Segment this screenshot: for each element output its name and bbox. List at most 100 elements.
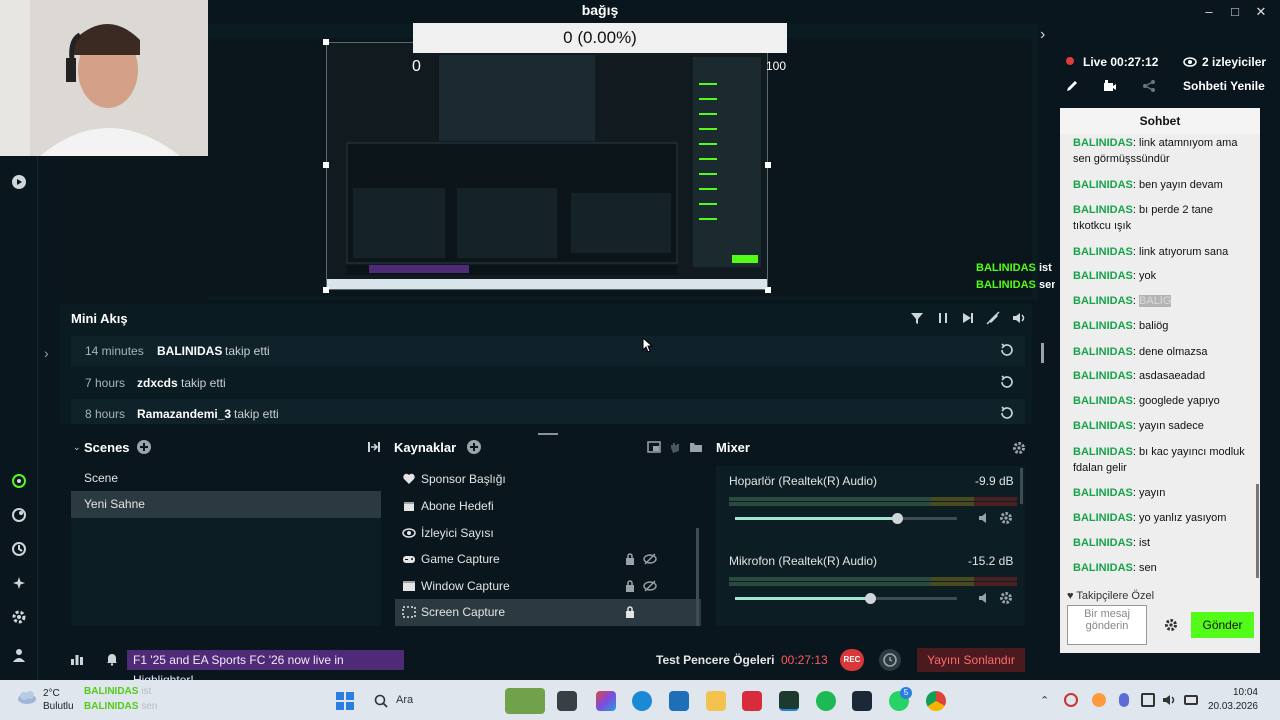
- replay-alert-icon[interactable]: [999, 374, 1015, 390]
- source-item[interactable]: Game Capture: [395, 546, 701, 573]
- filter-icon[interactable]: [910, 311, 924, 325]
- send-button[interactable]: Gönder: [1191, 612, 1254, 638]
- add-source-icon[interactable]: [467, 440, 481, 454]
- microphone-icon[interactable]: [1119, 693, 1129, 707]
- chat-settings-icon[interactable]: [1164, 618, 1178, 632]
- source-item[interactable]: İzleyici Sayısı: [395, 520, 701, 547]
- edit-stream-icon[interactable]: [1065, 79, 1079, 93]
- visibility-hidden-icon[interactable]: [643, 580, 657, 592]
- chat-scrollbar[interactable]: [1256, 484, 1259, 578]
- sources-scrollbar[interactable]: [696, 528, 699, 626]
- settings-icon[interactable]: [11, 609, 27, 625]
- file-explorer-icon[interactable]: [706, 691, 726, 711]
- play-icon[interactable]: [11, 174, 27, 190]
- scene-item[interactable]: Scene: [71, 465, 381, 492]
- pause-icon[interactable]: [936, 311, 950, 325]
- replay-buffer-button[interactable]: [879, 649, 901, 671]
- channel-settings-icon[interactable]: [999, 511, 1013, 525]
- taskbar-date[interactable]: 20.03.2026: [1202, 701, 1258, 712]
- maximize-button[interactable]: □: [1226, 3, 1244, 21]
- expand-left-chevron-icon[interactable]: ›: [44, 345, 49, 361]
- weather-cloud-icon[interactable]: [16, 689, 38, 705]
- scenes-list-empty: [71, 518, 381, 626]
- record-button[interactable]: REC: [840, 649, 864, 671]
- tray-overflow-chevron-icon[interactable]: ⌃: [1040, 694, 1049, 707]
- streamlabs-icon[interactable]: [779, 691, 799, 711]
- microsoft-store-icon[interactable]: [669, 691, 689, 711]
- source-label: İzleyici Sayısı: [421, 526, 494, 540]
- taskbar-search[interactable]: Ara: [368, 688, 508, 714]
- end-stream-button[interactable]: Yayını Sonlandır: [917, 648, 1025, 672]
- volume-slider-knob[interactable]: [865, 593, 876, 604]
- volume-icon[interactable]: [1012, 311, 1026, 325]
- highlighter-icon[interactable]: [11, 473, 27, 489]
- spotify-icon[interactable]: [816, 691, 836, 711]
- tray-app-icon[interactable]: [1064, 693, 1078, 707]
- channel-settings-icon[interactable]: [999, 591, 1013, 605]
- folder-icon[interactable]: [689, 440, 703, 454]
- windows-start-icon[interactable]: [335, 691, 355, 711]
- highlighter-promo-banner[interactable]: F1 '25 and EA Sports FC '26 now live in …: [127, 650, 404, 687]
- themes-icon[interactable]: [11, 541, 27, 557]
- edge-browser-icon[interactable]: [632, 691, 652, 711]
- refresh-chat-button[interactable]: Sohbeti Yenile: [1183, 79, 1265, 93]
- skip-icon[interactable]: [961, 311, 975, 325]
- visibility-hidden-icon[interactable]: [643, 553, 657, 565]
- lock-icon[interactable]: [625, 553, 635, 565]
- lock-icon[interactable]: [625, 606, 635, 618]
- app-store-icon[interactable]: [11, 507, 27, 523]
- scene-transitions-icon[interactable]: [367, 440, 381, 454]
- chat-message-input[interactable]: Bir mesaj gönderin: [1067, 605, 1147, 645]
- mixer-settings-icon[interactable]: [1012, 441, 1026, 455]
- hand-icon[interactable]: [668, 440, 682, 454]
- copilot-icon[interactable]: [596, 691, 616, 711]
- close-button[interactable]: ✕: [1252, 3, 1270, 21]
- stream-preview[interactable]: [326, 42, 768, 290]
- chat-message: BALINIDAS: ist: [1073, 537, 1151, 549]
- task-view-icon[interactable]: [557, 691, 577, 711]
- test-widgets-button[interactable]: Test Pencere Ögeleri: [656, 653, 775, 667]
- mixer-scrollbar[interactable]: [1020, 468, 1023, 504]
- resize-handle[interactable]: [765, 287, 771, 293]
- minimize-button[interactable]: –: [1200, 3, 1218, 21]
- source-group-icon[interactable]: [647, 440, 661, 454]
- volume-slider-knob[interactable]: [892, 513, 903, 524]
- network-icon[interactable]: [1141, 693, 1155, 707]
- feed-scrollbar[interactable]: [1041, 343, 1044, 363]
- lock-icon[interactable]: [625, 580, 635, 592]
- speaker-icon[interactable]: [978, 511, 992, 525]
- resize-handle[interactable]: [765, 162, 771, 168]
- search-highlight-icon[interactable]: [505, 688, 545, 714]
- resize-handle[interactable]: [323, 39, 329, 45]
- stats-icon[interactable]: [70, 652, 84, 666]
- collapse-chat-chevron-icon[interactable]: ›: [1040, 26, 1045, 44]
- resize-grip[interactable]: [538, 433, 558, 435]
- tray-app-icon[interactable]: [1092, 693, 1106, 707]
- collapse-chevron-icon[interactable]: ⌄: [73, 442, 81, 453]
- battery-icon[interactable]: [1184, 695, 1198, 705]
- taskbar-clock[interactable]: 10:04: [1212, 687, 1258, 698]
- replay-alert-icon[interactable]: [999, 342, 1015, 358]
- volume-icon[interactable]: [1162, 693, 1176, 707]
- add-scene-icon[interactable]: [137, 440, 151, 454]
- resize-handle[interactable]: [323, 287, 329, 293]
- clip-camera-icon[interactable]: [1103, 79, 1117, 93]
- source-item[interactable]: Abone Hedefi: [395, 493, 701, 520]
- wps-office-icon[interactable]: [742, 691, 762, 711]
- source-item[interactable]: Window Capture: [395, 573, 701, 600]
- steam-icon[interactable]: [852, 691, 872, 711]
- webcam-feed: [0, 0, 208, 156]
- mute-alerts-icon[interactable]: [986, 311, 1000, 325]
- source-item-selected[interactable]: Screen Capture: [395, 599, 701, 626]
- source-item[interactable]: Sponsor Başlığı: [395, 466, 701, 493]
- chrome-icon[interactable]: [926, 691, 946, 711]
- speaker-icon[interactable]: [978, 591, 992, 605]
- ai-sparkle-icon[interactable]: [11, 575, 27, 591]
- scene-item-selected[interactable]: Yeni Sahne: [71, 491, 381, 518]
- replay-alert-icon[interactable]: [999, 405, 1015, 421]
- overlay-chat-line: BALINIDAS sen: [976, 279, 1058, 291]
- share-icon[interactable]: [1142, 79, 1156, 93]
- resize-handle[interactable]: [323, 162, 329, 168]
- profile-icon[interactable]: [11, 647, 27, 663]
- notification-bell-icon[interactable]: [105, 652, 119, 666]
